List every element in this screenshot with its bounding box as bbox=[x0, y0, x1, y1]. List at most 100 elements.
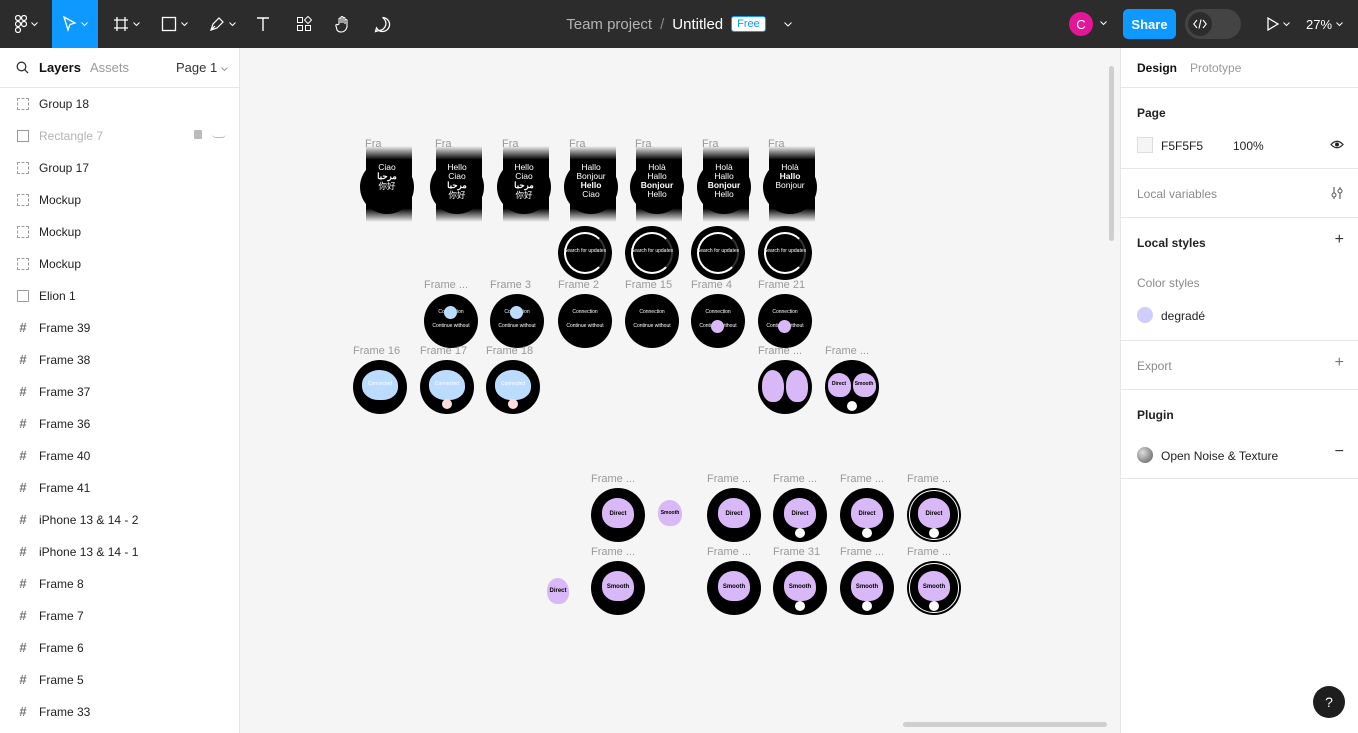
watch-frame[interactable]: Ciao مرحبا 你好 bbox=[360, 160, 414, 214]
main-menu-button[interactable] bbox=[10, 0, 42, 48]
layer-row[interactable]: # Frame 7 bbox=[0, 600, 239, 632]
lock-icon[interactable] bbox=[194, 130, 202, 139]
watch-frame[interactable]: Search for updates bbox=[758, 226, 812, 280]
tab-assets[interactable]: Assets bbox=[90, 60, 129, 75]
comment-tool-button[interactable] bbox=[370, 0, 394, 48]
watch-frame[interactable]: Connected bbox=[420, 360, 474, 414]
add-export-icon[interactable]: + bbox=[1335, 354, 1344, 372]
move-tool-button[interactable] bbox=[52, 0, 98, 48]
avatar[interactable]: C bbox=[1069, 12, 1093, 36]
layer-row[interactable]: # Frame 8 bbox=[0, 568, 239, 600]
watch-frame[interactable]: Smooth bbox=[707, 561, 761, 615]
frame-label[interactable]: Frame ... bbox=[591, 473, 635, 485]
frame-label[interactable]: Frame 21 bbox=[758, 279, 805, 291]
pen-tool-button[interactable] bbox=[204, 0, 240, 48]
frame-tool-button[interactable] bbox=[108, 0, 144, 48]
layer-row[interactable]: # Frame 36 bbox=[0, 408, 239, 440]
layer-row[interactable]: Group 18 bbox=[0, 88, 239, 120]
layer-row[interactable]: # iPhone 13 & 14 - 2 bbox=[0, 504, 239, 536]
frame-label[interactable]: Frame 3 bbox=[490, 279, 531, 291]
watch-frame[interactable]: ConnectionContinue without bbox=[758, 294, 812, 348]
share-button[interactable]: Share bbox=[1123, 9, 1176, 39]
frame-label[interactable]: Frame ... bbox=[707, 473, 751, 485]
watch-frame[interactable]: Holà Hallo Bonjour bbox=[763, 160, 817, 214]
style-swatch[interactable] bbox=[1137, 307, 1153, 323]
watch-frame[interactable]: ConnectionContinue without bbox=[558, 294, 612, 348]
watch-frame[interactable]: ConnectionContinue without bbox=[424, 294, 478, 348]
watch-frame[interactable]: ConnectionContinue without bbox=[625, 294, 679, 348]
frame-label[interactable]: Frame ... bbox=[707, 546, 751, 558]
layer-row[interactable]: Mockup bbox=[0, 216, 239, 248]
variables-icon[interactable] bbox=[1330, 186, 1344, 200]
watch-frame[interactable]: Holà Hallo Bonjour Hello bbox=[630, 160, 684, 214]
color-style-name[interactable]: degradé bbox=[1161, 309, 1205, 323]
frame-label[interactable]: Frame 31 bbox=[773, 546, 820, 558]
watch-frame[interactable]: Search for updates bbox=[691, 226, 745, 280]
watch-frame[interactable]: ConnectionContinue without bbox=[490, 294, 544, 348]
page-selector[interactable]: Page 1 bbox=[176, 60, 228, 75]
eye-icon[interactable] bbox=[1330, 140, 1344, 149]
watch-frame[interactable]: Smooth bbox=[907, 561, 961, 615]
remove-plugin-icon[interactable]: − bbox=[1335, 443, 1344, 461]
watch-frame[interactable]: Direct bbox=[773, 488, 827, 542]
vertical-scrollbar[interactable] bbox=[1109, 66, 1114, 241]
present-button[interactable] bbox=[1262, 0, 1294, 48]
watch-frame[interactable]: Hello Ciao مرحبا 你好 bbox=[497, 160, 551, 214]
frame-label[interactable]: Frame ... bbox=[758, 345, 802, 357]
frame-label[interactable]: Frame 17 bbox=[420, 345, 467, 357]
layer-row[interactable]: # Frame 38 bbox=[0, 344, 239, 376]
tab-prototype[interactable]: Prototype bbox=[1190, 61, 1241, 75]
frame-label[interactable]: Frame 16 bbox=[353, 345, 400, 357]
watch-frame[interactable]: Direct Smooth bbox=[825, 360, 879, 414]
canvas[interactable]: Fra Ciao مرحبا 你好 Fra Hello Ciao مرحبا 你好 Fra Hell… bbox=[240, 48, 1120, 733]
plugin-name[interactable]: Open Noise & Texture bbox=[1161, 449, 1278, 463]
frame-label[interactable]: Frame 2 bbox=[558, 279, 599, 291]
watch-frame[interactable]: Search for updates bbox=[558, 226, 612, 280]
hand-tool-button[interactable] bbox=[331, 0, 355, 48]
frame-label[interactable]: Frame ... bbox=[825, 345, 869, 357]
frame-label[interactable]: Frame 18 bbox=[486, 345, 533, 357]
page-opacity-value[interactable]: 100% bbox=[1233, 139, 1264, 153]
tab-layers[interactable]: Layers bbox=[39, 60, 81, 75]
frame-label[interactable]: Frame ... bbox=[773, 473, 817, 485]
frame-label[interactable]: Frame ... bbox=[840, 546, 884, 558]
layer-row[interactable]: Rectangle 7 bbox=[0, 120, 239, 152]
help-button[interactable]: ? bbox=[1313, 686, 1345, 718]
watch-frame[interactable]: Smooth bbox=[773, 561, 827, 615]
layer-row[interactable]: Elion 1 bbox=[0, 280, 239, 312]
layer-row[interactable]: # Frame 40 bbox=[0, 440, 239, 472]
layer-row[interactable]: Group 17 bbox=[0, 152, 239, 184]
watch-frame[interactable]: Connected bbox=[486, 360, 540, 414]
frame-label[interactable]: Frame 15 bbox=[625, 279, 672, 291]
watch-frame[interactable]: Connected bbox=[353, 360, 407, 414]
watch-frame[interactable]: Hallo Bonjour Hello Ciao bbox=[564, 160, 618, 214]
layer-row[interactable]: # Frame 6 bbox=[0, 632, 239, 664]
local-variables-label[interactable]: Local variables bbox=[1137, 187, 1217, 201]
frame-label[interactable]: Frame ... bbox=[907, 546, 951, 558]
text-tool-button[interactable] bbox=[252, 0, 274, 48]
chevron-down-icon[interactable] bbox=[783, 21, 792, 27]
layer-row[interactable]: # Frame 33 bbox=[0, 696, 239, 728]
watch-frame[interactable]: Search for updates bbox=[625, 226, 679, 280]
layer-row[interactable]: # Frame 39 bbox=[0, 312, 239, 344]
chevron-down-icon[interactable] bbox=[1100, 21, 1107, 26]
watch-frame[interactable] bbox=[758, 360, 812, 414]
eye-closed-icon[interactable] bbox=[212, 134, 226, 138]
watch-frame[interactable]: Direct bbox=[840, 488, 894, 542]
watch-frame[interactable]: Holà Hallo Bonjour Hello bbox=[697, 160, 751, 214]
shape-tool-button[interactable] bbox=[156, 0, 192, 48]
file-name[interactable]: Untitled bbox=[672, 16, 723, 33]
layer-row[interactable]: Mockup bbox=[0, 248, 239, 280]
horizontal-scrollbar[interactable] bbox=[903, 722, 1107, 727]
layer-row[interactable]: # iPhone 13 & 14 - 1 bbox=[0, 536, 239, 568]
dev-mode-toggle[interactable] bbox=[1185, 9, 1241, 39]
layer-row[interactable]: Mockup bbox=[0, 184, 239, 216]
frame-label[interactable]: Frame ... bbox=[907, 473, 951, 485]
watch-frame[interactable]: Smooth bbox=[591, 561, 645, 615]
project-name[interactable]: Team project bbox=[566, 16, 652, 33]
page-color-value[interactable]: F5F5F5 bbox=[1161, 139, 1203, 153]
frame-label[interactable]: Frame ... bbox=[591, 546, 635, 558]
watch-frame[interactable]: Direct bbox=[907, 488, 961, 542]
zoom-menu[interactable]: 27% bbox=[1306, 0, 1343, 48]
layer-row[interactable]: # Frame 37 bbox=[0, 376, 239, 408]
